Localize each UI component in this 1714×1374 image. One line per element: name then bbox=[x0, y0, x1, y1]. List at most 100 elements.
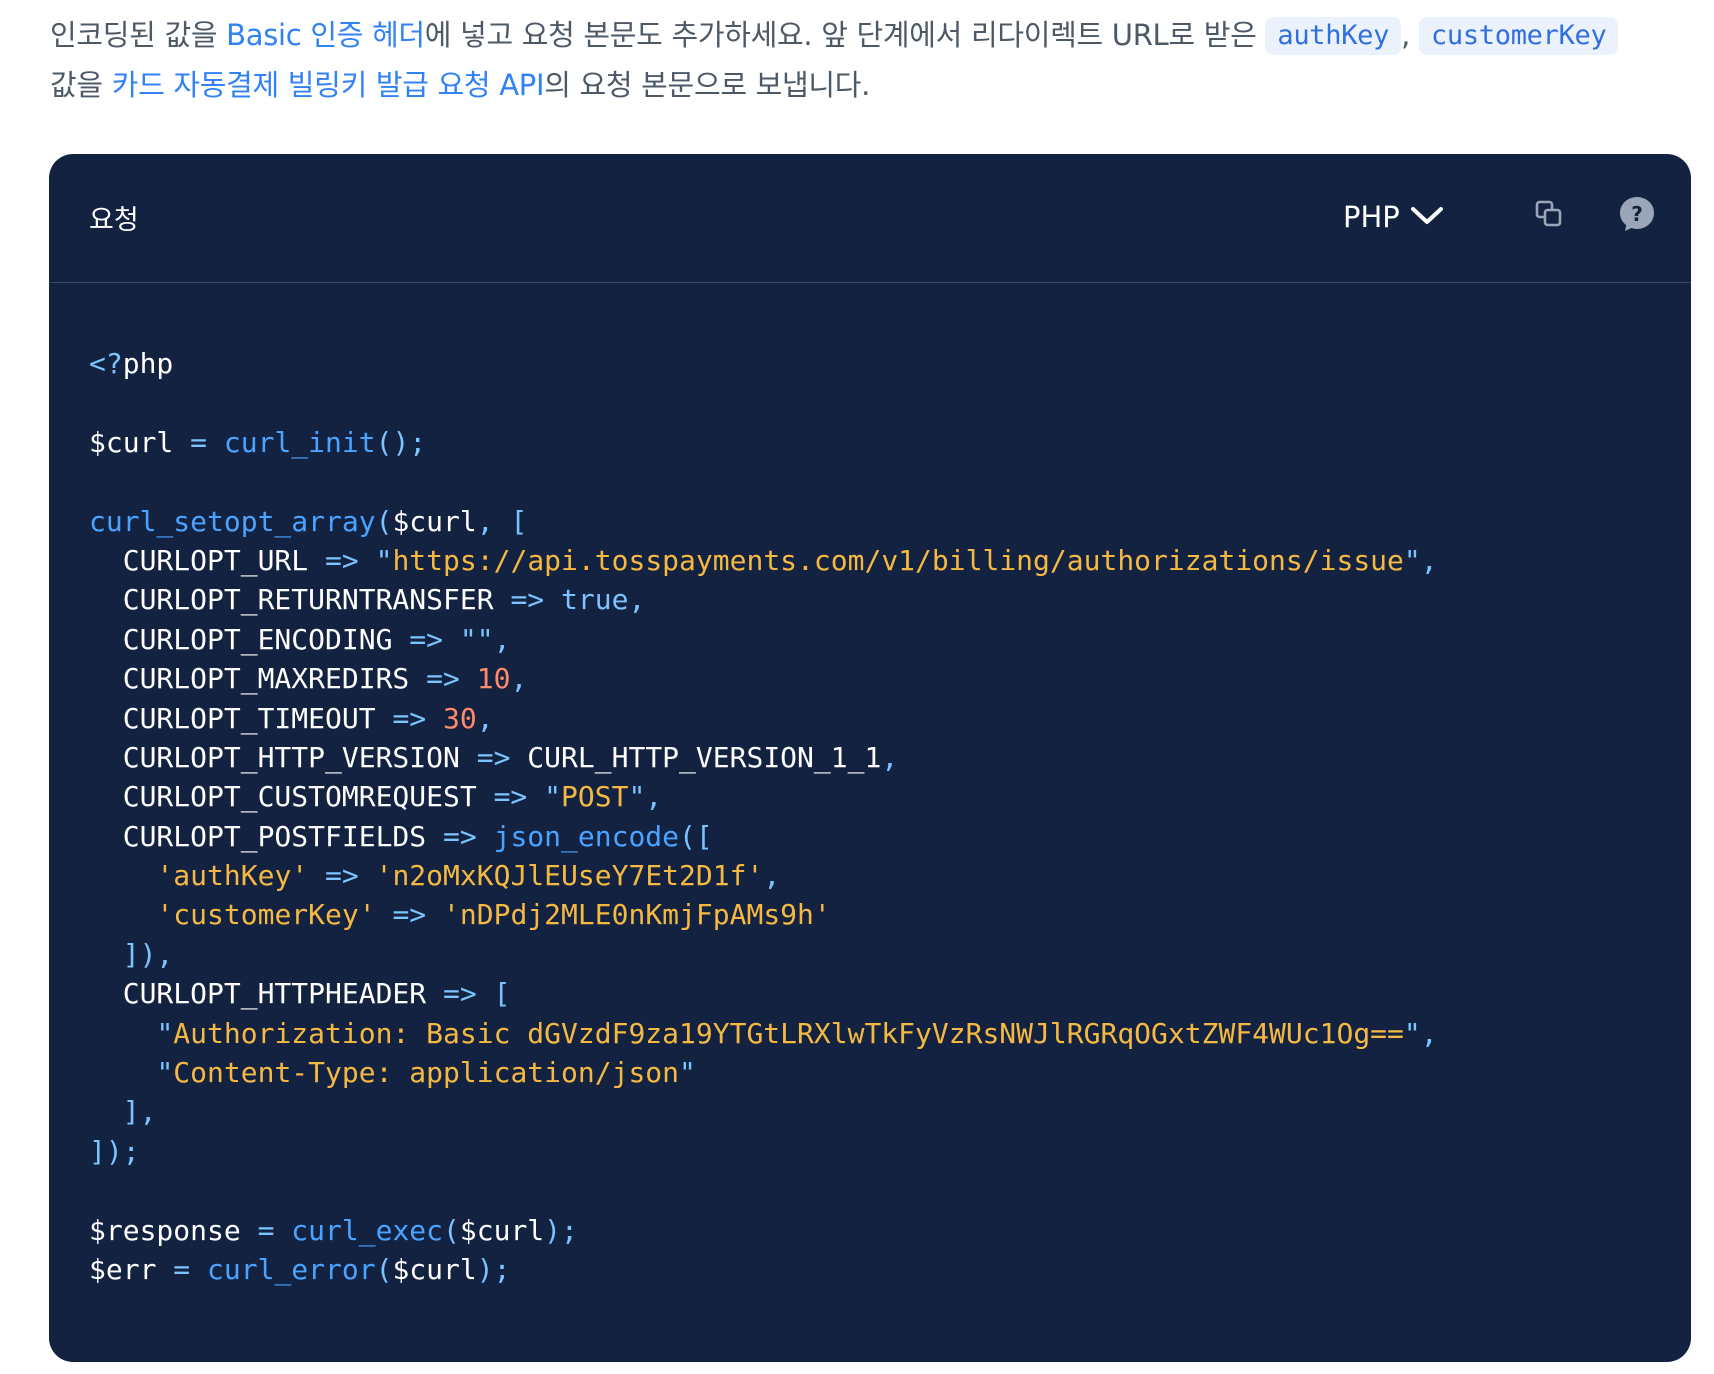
language-select[interactable]: PHP bbox=[1343, 195, 1444, 239]
code-token: 10 bbox=[476, 662, 511, 696]
code-block-header: 요청 PHP ? bbox=[49, 154, 1691, 283]
help-button[interactable]: ? bbox=[1615, 194, 1659, 238]
code-token: => bbox=[426, 662, 460, 696]
code-line: CURLOPT_POSTFIELDS => json_encode([ bbox=[89, 817, 1438, 856]
code-token: Authorization: Basic dGVzdF9za19YTGtLRXl… bbox=[173, 1016, 1404, 1050]
copy-button[interactable] bbox=[1527, 194, 1571, 238]
code-token: json_encode bbox=[493, 819, 680, 853]
code-token: $response bbox=[89, 1213, 258, 1247]
code-token: ( bbox=[443, 1213, 460, 1247]
code-token: CURLOPT_HTTP_VERSION bbox=[89, 740, 477, 774]
code-token: " bbox=[375, 543, 393, 577]
code-token: => bbox=[325, 859, 359, 893]
billing-key-api-link[interactable]: 카드 자동결제 빌링키 발급 요청 API bbox=[112, 68, 545, 102]
code-token: curl_error bbox=[207, 1252, 376, 1286]
code-line: ]), bbox=[89, 935, 1438, 974]
code-token: <? bbox=[89, 347, 123, 380]
code-token: https://api.tosspayments.com/v1/billing/… bbox=[392, 543, 1404, 577]
code-token: curl_exec bbox=[291, 1213, 444, 1247]
code-token: 'n2oMxKQJlEUseY7Et2D1f' bbox=[375, 859, 764, 893]
code-token: CURLOPT_RETURNTRANSFER bbox=[89, 583, 511, 617]
code-token: (); bbox=[375, 425, 427, 459]
basic-auth-header-link[interactable]: Basic 인증 헤더 bbox=[226, 18, 425, 52]
code-token: CURLOPT_ENCODING bbox=[89, 622, 410, 656]
code-line: CURLOPT_ENCODING => "", bbox=[89, 620, 1438, 659]
intro-text: 값을 bbox=[50, 68, 112, 102]
code-token: ", bbox=[628, 780, 663, 814]
code-token: ); bbox=[544, 1213, 578, 1247]
customerkey-code-chip: customerKey bbox=[1418, 17, 1619, 55]
code-token: => bbox=[476, 740, 511, 774]
code-token: , bbox=[476, 701, 494, 735]
code-line: $curl = curl_init(); bbox=[89, 423, 1438, 462]
code-token: CURLOPT_MAXREDIRS bbox=[89, 662, 427, 696]
code-token: $err bbox=[89, 1252, 174, 1286]
code-token: CURL_HTTP_VERSION_1_1 bbox=[510, 740, 882, 774]
intro-text: 에 넣고 요청 본문도 추가하세요. 앞 단계에서 리다이렉트 URL로 받은 bbox=[424, 18, 1266, 52]
code-token: ", bbox=[1403, 543, 1438, 577]
code-token: CURLOPT_POSTFIELDS bbox=[89, 819, 444, 853]
code-token: curl_setopt_array bbox=[89, 504, 376, 538]
code-line: CURLOPT_URL => "https://api.tosspayments… bbox=[89, 541, 1438, 580]
code-token: ( bbox=[375, 1252, 393, 1286]
code-token: ([ bbox=[679, 819, 713, 853]
code-token: 'customerKey' bbox=[156, 898, 376, 932]
code-line: CURLOPT_CUSTOMREQUEST => "POST", bbox=[89, 777, 1438, 816]
code-token: = bbox=[173, 1252, 191, 1286]
code-line: curl_setopt_array($curl, [ bbox=[89, 502, 1438, 541]
code-token: => bbox=[443, 977, 477, 1011]
code-token: , bbox=[763, 859, 781, 893]
code-token: ]), bbox=[89, 937, 174, 971]
code-line: 'authKey' => 'n2oMxKQJlEUseY7Et2D1f', bbox=[89, 856, 1438, 895]
code-token: Content-Type: application/json bbox=[173, 1056, 680, 1090]
svg-text:?: ? bbox=[1631, 202, 1643, 226]
code-token: CURLOPT_TIMEOUT bbox=[89, 701, 393, 735]
code-token: => bbox=[392, 701, 427, 735]
code-token: => bbox=[510, 583, 545, 617]
code-token: curl_init bbox=[223, 425, 376, 459]
code-line: ]); bbox=[89, 1132, 1438, 1171]
code-line: $response = curl_exec($curl); bbox=[89, 1211, 1438, 1250]
code-line: CURLOPT_MAXREDIRS => 10, bbox=[89, 659, 1438, 698]
code-token: ], bbox=[89, 1095, 157, 1129]
code-token: $curl bbox=[392, 1252, 477, 1286]
code-block: 요청 PHP ? <?php $curl = curl_init(); curl… bbox=[49, 154, 1691, 1362]
code-token: => bbox=[392, 898, 427, 932]
code-line: CURLOPT_RETURNTRANSFER => true, bbox=[89, 580, 1438, 619]
code-token: " bbox=[156, 1056, 174, 1090]
code-token: => bbox=[325, 543, 359, 577]
code-token: , [ bbox=[476, 504, 528, 538]
code-token: " bbox=[679, 1056, 696, 1090]
chevron-down-icon bbox=[1410, 204, 1444, 230]
intro-text: 의 요청 본문으로 보냅니다. bbox=[544, 68, 871, 102]
code-line: CURLOPT_HTTPHEADER => [ bbox=[89, 974, 1438, 1013]
code-line: "Authorization: Basic dGVzdF9za19YTGtLRX… bbox=[89, 1014, 1438, 1053]
code-line: $err = curl_error($curl); bbox=[89, 1250, 1438, 1289]
code-content: <?php $curl = curl_init(); curl_setopt_arr… bbox=[89, 344, 1438, 1289]
code-line: <?php bbox=[89, 344, 1438, 383]
code-token: , bbox=[510, 662, 528, 696]
code-token: = bbox=[257, 1213, 275, 1247]
code-line: CURLOPT_HTTP_VERSION => CURL_HTTP_VERSIO… bbox=[89, 738, 1438, 777]
code-line: "Content-Type: application/json" bbox=[89, 1053, 1438, 1092]
code-token: CURLOPT_HTTPHEADER bbox=[89, 977, 444, 1011]
code-token: $curl bbox=[89, 425, 191, 459]
